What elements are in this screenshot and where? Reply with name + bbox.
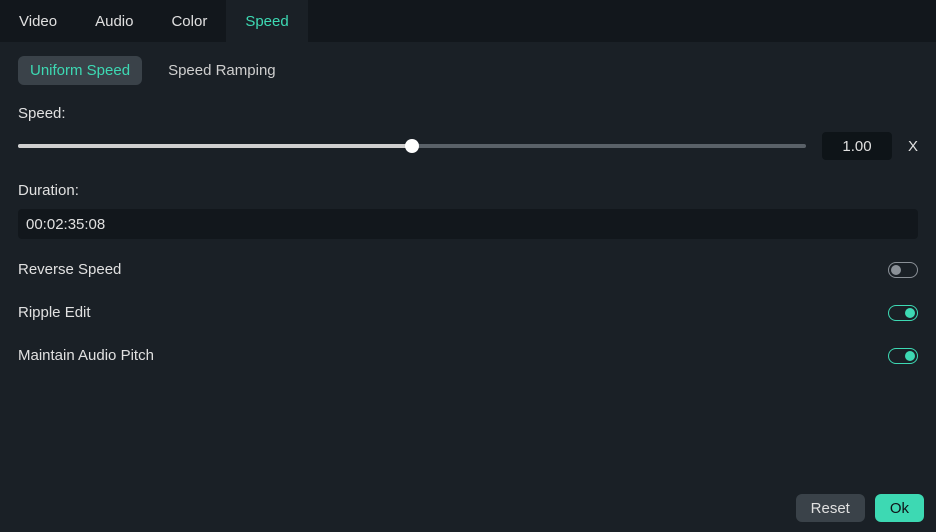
sub-tabs: Uniform Speed Speed Ramping	[18, 56, 918, 85]
maintain-pitch-label: Maintain Audio Pitch	[18, 347, 154, 364]
ok-button[interactable]: Ok	[875, 494, 924, 522]
top-tabs: Video Audio Color Speed	[0, 0, 936, 42]
speed-slider-thumb[interactable]	[405, 139, 419, 153]
maintain-pitch-row: Maintain Audio Pitch	[18, 347, 918, 364]
ripple-edit-row: Ripple Edit	[18, 304, 918, 321]
tab-speed[interactable]: Speed	[226, 0, 307, 42]
ripple-edit-label: Ripple Edit	[18, 304, 91, 321]
speed-value-input[interactable]	[822, 132, 892, 160]
reverse-speed-toggle[interactable]	[888, 262, 918, 278]
tab-video[interactable]: Video	[0, 0, 76, 42]
duration-input[interactable]	[18, 209, 918, 239]
reverse-speed-row: Reverse Speed	[18, 261, 918, 278]
speed-slider[interactable]	[18, 138, 806, 154]
maintain-pitch-toggle[interactable]	[888, 348, 918, 364]
reset-button[interactable]: Reset	[796, 494, 865, 522]
reverse-speed-label: Reverse Speed	[18, 261, 121, 278]
ripple-edit-toggle[interactable]	[888, 305, 918, 321]
subtab-speed-ramping[interactable]: Speed Ramping	[156, 56, 288, 85]
speed-panel: Uniform Speed Speed Ramping Speed: X Dur…	[0, 42, 936, 364]
duration-label: Duration:	[18, 182, 918, 199]
tab-color[interactable]: Color	[152, 0, 226, 42]
speed-unit-label: X	[908, 138, 918, 155]
subtab-uniform-speed[interactable]: Uniform Speed	[18, 56, 142, 85]
tab-audio[interactable]: Audio	[76, 0, 152, 42]
footer-buttons: Reset Ok	[796, 494, 924, 522]
speed-row: X	[18, 132, 918, 160]
speed-label: Speed:	[18, 105, 918, 122]
